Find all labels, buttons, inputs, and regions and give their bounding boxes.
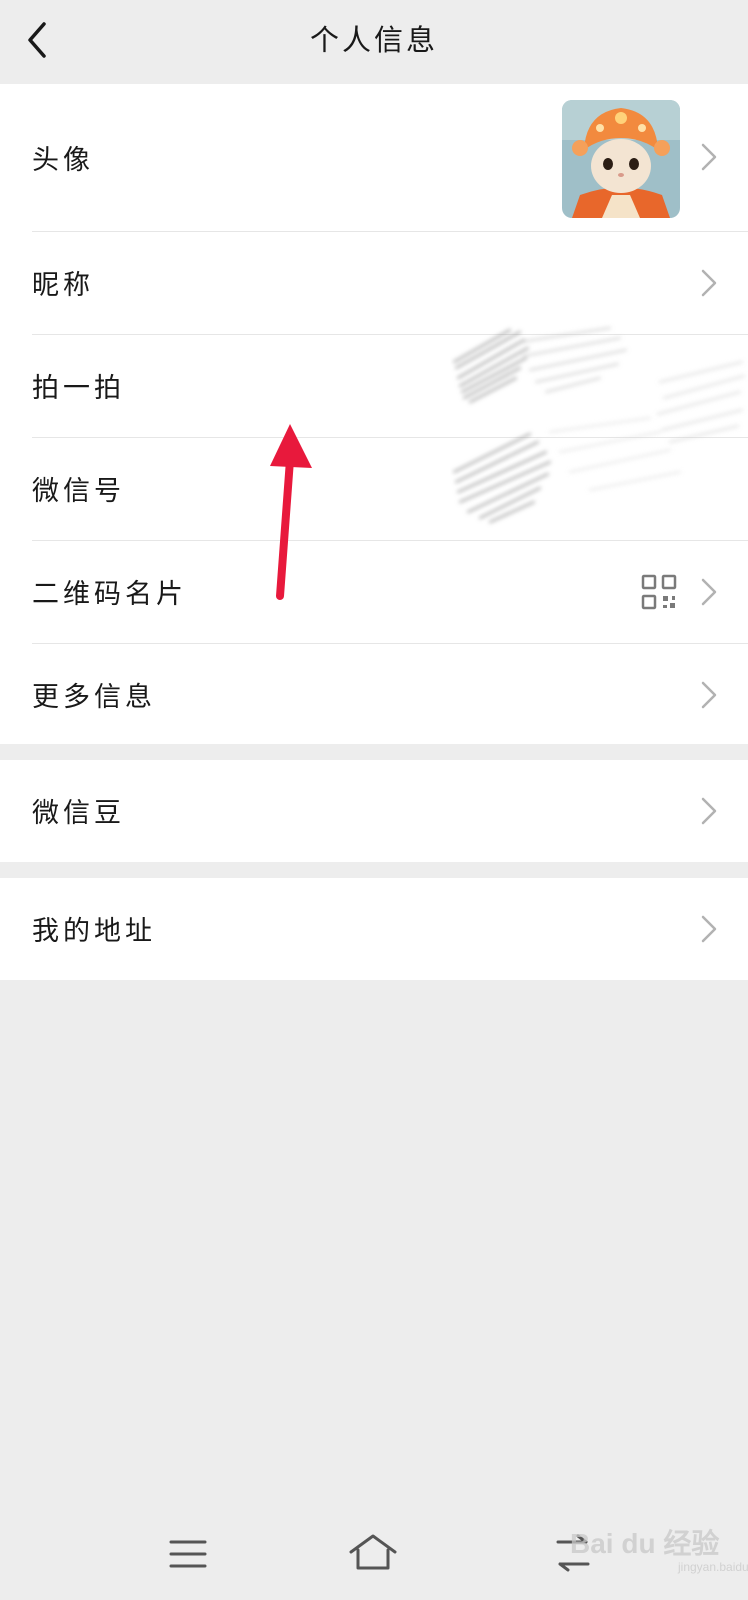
- row-qr-card[interactable]: 二维码名片: [0, 541, 748, 644]
- row-avatar[interactable]: 头像: [0, 84, 748, 232]
- home-icon: [349, 1534, 397, 1570]
- chevron-right-icon: [701, 681, 717, 709]
- chevron-right-icon: [701, 915, 717, 943]
- address-group: 我的地址: [0, 878, 748, 980]
- menu-button[interactable]: [163, 1530, 213, 1574]
- avatar[interactable]: [562, 100, 680, 218]
- qr-code-icon: [641, 574, 677, 610]
- row-my-address[interactable]: 我的地址: [0, 878, 748, 980]
- chevron-right-icon: [701, 143, 717, 171]
- beans-group: 微信豆: [0, 760, 748, 862]
- row-label: 昵称: [32, 270, 94, 301]
- row-label: 头像: [32, 145, 94, 176]
- row-nickname[interactable]: 昵称: [0, 232, 748, 335]
- home-button[interactable]: [348, 1530, 398, 1574]
- row-label: 微信豆: [32, 798, 125, 829]
- row-wechat-beans[interactable]: 微信豆: [0, 760, 748, 862]
- page-title: 个人信息: [309, 23, 438, 57]
- row-label: 更多信息: [32, 682, 156, 713]
- row-wechat-id[interactable]: 微信号: [0, 438, 748, 541]
- header-bar: 个人信息: [0, 0, 748, 84]
- row-more-info[interactable]: 更多信息: [0, 644, 748, 744]
- row-label: 拍一拍: [32, 373, 125, 404]
- row-pat[interactable]: 拍一拍: [0, 335, 748, 438]
- chevron-right-icon: [701, 797, 717, 825]
- row-label: 二维码名片: [32, 579, 187, 610]
- chevron-right-icon: [701, 578, 717, 606]
- row-label: 微信号: [32, 476, 125, 507]
- watermark-subtext: jingyan.baidu.com: [678, 1560, 748, 1574]
- watermark-text: Bai du 经验: [570, 1528, 720, 1559]
- profile-info-group: 头像 昵称 拍一拍 微信号 二维码名片 更多信息: [0, 84, 748, 744]
- watermark: Bai du 经验 jingyan.baidu.com: [566, 1518, 748, 1580]
- menu-icon: [169, 1540, 207, 1568]
- row-label: 我的地址: [32, 916, 156, 947]
- chevron-right-icon: [701, 269, 717, 297]
